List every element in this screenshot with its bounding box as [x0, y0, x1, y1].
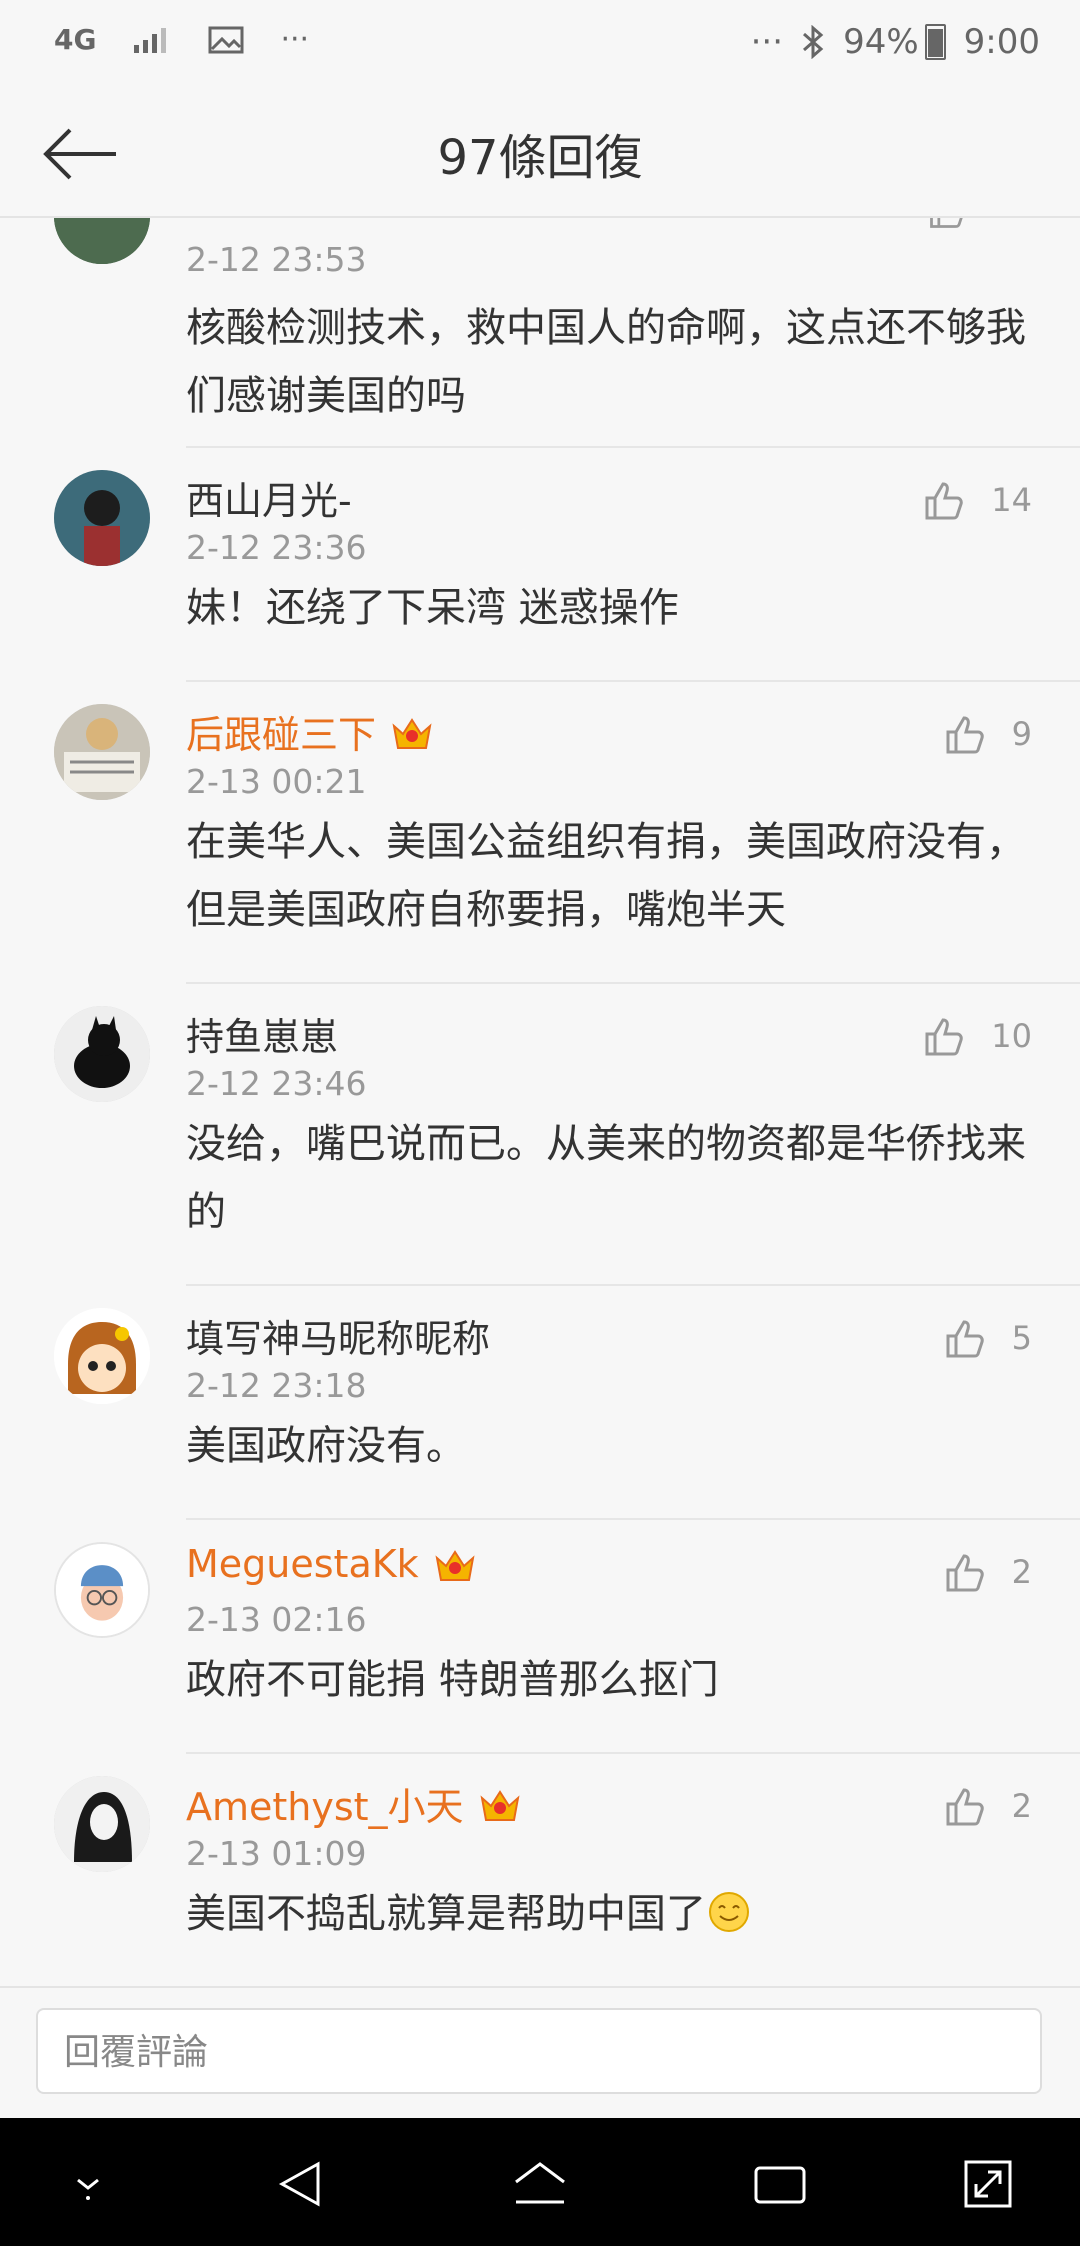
comment-author[interactable]: 持鱼崽崽 [186, 1006, 338, 1061]
expand-button[interactable] [956, 2152, 1020, 2216]
comment-author[interactable]: 填写神马昵称昵称 [186, 1308, 490, 1363]
comment-item: 2-12 23:53 核酸检测技术，救中国人的命啊，这点还不够我们感谢美国的吗 [54, 218, 1080, 448]
signal-icon [134, 27, 167, 53]
comment-list[interactable]: 2-12 23:53 核酸检测技术，救中国人的命啊，这点还不够我们感谢美国的吗 … [0, 218, 1080, 1984]
like-count: 9 [1011, 715, 1032, 753]
smile-emoji-icon [709, 1892, 749, 1932]
battery-level: 94% [843, 22, 919, 62]
like-count: 2 [1011, 1553, 1032, 1591]
comment-item: 填写神马昵称昵称 5 2-12 23:18 美国政府没有。 [54, 1286, 1080, 1520]
system-nav-bar [0, 2118, 1080, 2246]
like-count: 5 [1011, 1319, 1032, 1357]
back-nav-button[interactable] [268, 2152, 332, 2216]
recent-apps-button[interactable] [748, 2152, 812, 2216]
comment-time: 2-13 01:09 [186, 1834, 367, 1873]
comment-author[interactable]: 后跟碰三下 [186, 704, 434, 759]
comment-time: 2-13 00:21 [186, 762, 367, 801]
like-count: 10 [991, 1017, 1032, 1055]
comment-text: 美国不捣乱就算是帮助中国了 [186, 1880, 1030, 1948]
like-count: 2 [1011, 1787, 1032, 1825]
avatar[interactable] [54, 704, 150, 800]
like-button[interactable]: 14 [921, 476, 1032, 524]
network-type: 4G [54, 22, 97, 56]
like-button[interactable]: 2 [942, 1782, 1032, 1830]
like-icon [946, 1788, 984, 1826]
like-button[interactable]: 2 [942, 1548, 1032, 1596]
back-triangle-icon [278, 2161, 320, 2207]
like-icon [925, 1018, 964, 1056]
comment-text: 在美华人、美国公益组织有捐，美国政府没有，但是美国政府自称要捐，嘴炮半天 [186, 819, 1026, 933]
comment-item: 西山月光- 14 2-12 23:36 妹！还绕了下呆湾 迷惑操作 [54, 448, 1080, 682]
like-icon [946, 1320, 984, 1358]
page-title: 97條回復 [437, 130, 643, 186]
avatar[interactable] [54, 470, 150, 566]
avatar[interactable] [54, 1776, 150, 1872]
avatar[interactable] [54, 1006, 150, 1102]
like-icon[interactable] [926, 218, 970, 232]
comment-item: 后跟碰三下 9 2-13 00:21 在美华人、美国公益组织有捐，美国政府没有，… [54, 682, 1080, 984]
battery-icon [924, 24, 946, 60]
comment-time: 2-13 02:16 [186, 1600, 367, 1639]
like-icon [925, 482, 964, 520]
image-icon [208, 26, 244, 53]
comment-time: 2-12 23:53 [186, 240, 367, 279]
comment-item: Amethyst_小天 2 2-13 01:09 美国不捣乱就算是帮助中国了 [54, 1754, 1080, 1984]
like-icon [946, 716, 984, 754]
recent-apps-icon [754, 2166, 806, 2204]
bluetooth-icon [803, 25, 824, 59]
comment-text: 没给，嘴巴说而已。从美来的物资都是华侨找来的 [186, 1121, 1026, 1235]
avatar[interactable] [54, 218, 150, 264]
hide-keyboard-button[interactable] [56, 2152, 120, 2216]
clock: 9:00 [963, 22, 1040, 62]
comment-item: MeguestaKk 2 2-13 02:16 政府不可能捐 特朗普那么抠门 [54, 1520, 1080, 1754]
reply-bar: 回覆評論 [0, 1986, 1080, 2120]
comment-item: 持鱼崽崽 10 2-12 23:46 没给，嘴巴说而已。从美来的物资都是华侨找来… [54, 984, 1080, 1286]
comment-text: 美国政府没有。 [186, 1423, 466, 1469]
avatar[interactable] [54, 1308, 150, 1404]
more-status-icon: ··· [750, 22, 784, 62]
comment-text: 政府不可能捐 特朗普那么抠门 [186, 1657, 719, 1703]
expand-icon [964, 2160, 1012, 2208]
status-bar: 4G ··· ··· 94% 9:00 [0, 0, 1080, 90]
vip-crown-icon [392, 717, 432, 749]
avatar[interactable] [54, 1542, 150, 1638]
like-icon [946, 1554, 984, 1592]
vip-crown-icon [480, 1789, 520, 1821]
like-count: 14 [991, 481, 1032, 519]
vip-crown-icon [435, 1550, 475, 1581]
comment-author[interactable]: Amethyst_小天 [186, 1776, 522, 1831]
like-button[interactable]: 5 [942, 1314, 1032, 1362]
comment-time: 2-12 23:46 [186, 1064, 367, 1103]
comment-time: 2-12 23:36 [186, 528, 367, 567]
reply-input[interactable]: 回覆評論 [36, 2008, 1042, 2094]
header: 97條回復 [0, 90, 1080, 218]
like-button[interactable]: 9 [942, 710, 1032, 758]
like-button[interactable]: 10 [921, 1012, 1032, 1060]
chevron-down-icon [77, 2178, 99, 2200]
comment-author[interactable]: MeguestaKk [186, 1542, 477, 1586]
more-notifications-icon: ··· [280, 22, 310, 57]
comment-author[interactable]: 西山月光- [186, 470, 352, 525]
home-icon [515, 2162, 565, 2204]
comment-text: 核酸检测技术，救中国人的命啊，这点还不够我们感谢美国的吗 [186, 305, 1026, 419]
comment-time: 2-12 23:18 [186, 1366, 367, 1405]
comment-text: 妹！还绕了下呆湾 迷惑操作 [186, 585, 679, 631]
home-nav-button[interactable] [508, 2152, 572, 2216]
